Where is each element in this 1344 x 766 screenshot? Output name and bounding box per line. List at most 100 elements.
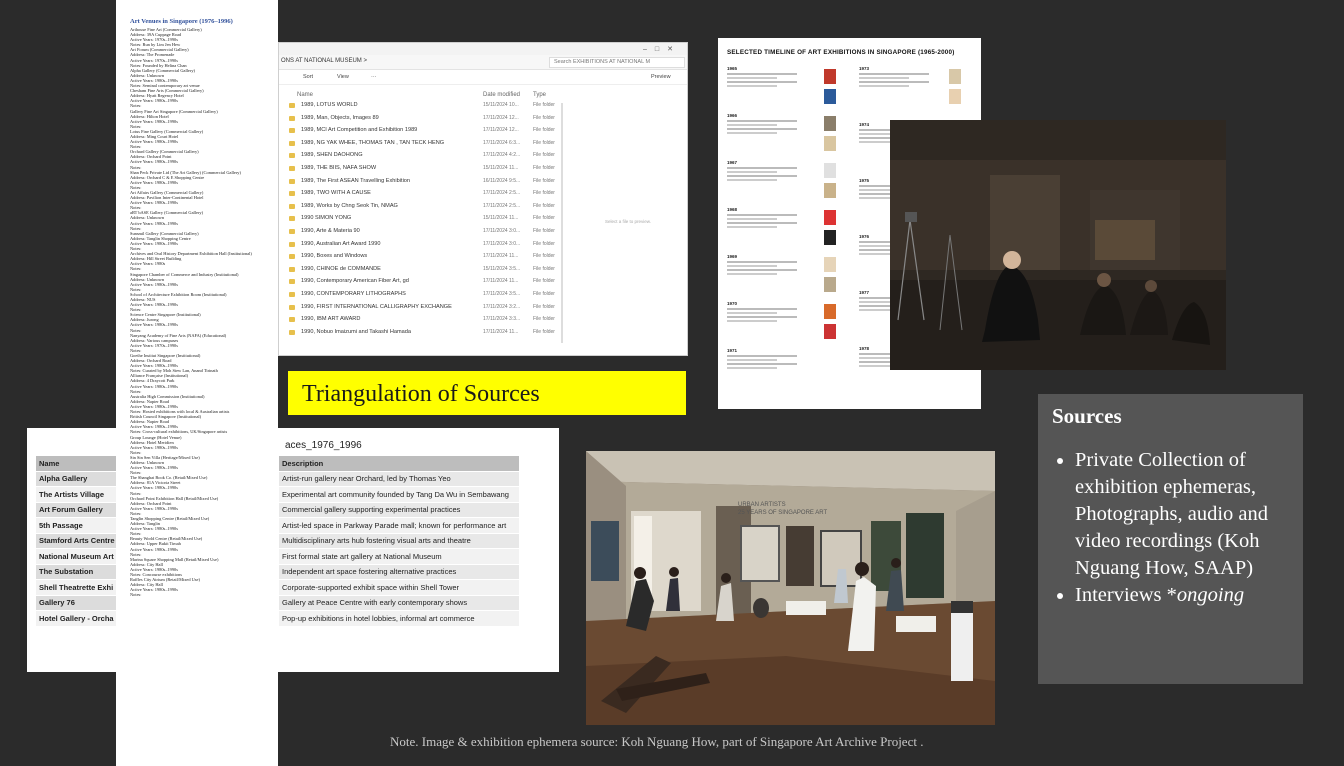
timeline-entry: 1970 xyxy=(727,301,836,348)
gallery-scene: URBAN ARTISTS 25 YEARS OF SINGAPORE ART xyxy=(586,451,995,725)
file-type: File folder xyxy=(533,227,555,234)
file-date: 17/11/2024 11... xyxy=(483,278,519,285)
file-row[interactable]: 1989, THE BIIS, NAFA SHOW 15/11/2024 11..… xyxy=(289,164,563,177)
column-date[interactable]: Date modified xyxy=(483,92,520,98)
column-type[interactable]: Type xyxy=(533,92,546,98)
venue-description: Artist-run gallery near Orchard, led by … xyxy=(278,470,520,487)
file-row[interactable]: 1990, CHINOE de COMMANDE 15/11/2024 3:5..… xyxy=(289,265,563,278)
file-date: 15/11/2024 10... xyxy=(483,102,519,108)
file-type: File folder xyxy=(533,278,555,285)
timeline-entry: 1973 xyxy=(859,66,961,122)
file-name: 1990, CONTEMPORARY LITHOGRAPHS xyxy=(301,290,406,297)
file-list-header: Name Date modified Type xyxy=(289,91,563,101)
file-date: 17/11/2024 3:5... xyxy=(483,290,521,297)
file-row[interactable]: 1989, TWO WITH A CAUSE 17/11/2024 2:5... F… xyxy=(289,189,563,202)
folder-icon xyxy=(289,203,295,209)
venues-doc-title: Art Venues in Singapore (1976–1996) xyxy=(130,18,233,25)
timeline-entry: 1967 xyxy=(727,160,836,207)
slide-title-banner: Triangulation of Sources xyxy=(288,371,686,415)
file-row[interactable]: 1989, Man, Objects, Images 89 17/11/2024 … xyxy=(289,114,563,127)
file-row[interactable]: 1990, Contemporary American Fiber Art, g… xyxy=(289,277,563,290)
timeline-text-line xyxy=(727,81,797,83)
file-row[interactable]: 1990 SIMON YONG 15/11/2024 11... File fold… xyxy=(289,214,563,227)
timeline-year: 1965 xyxy=(727,66,738,71)
preview-hint: Select a file to preview. xyxy=(605,219,652,224)
file-row[interactable]: 1990, Boxes and Windows 17/11/2024 11... F… xyxy=(289,252,563,265)
file-date: 17/11/2024 11... xyxy=(483,253,519,260)
file-name: 1990 SIMON YONG xyxy=(301,215,352,222)
timeline-text-line xyxy=(859,85,909,87)
file-type: File folder xyxy=(533,114,555,121)
file-date: 17/11/2024 6:3... xyxy=(483,139,521,146)
window-controls[interactable]: –□✕ xyxy=(643,45,681,53)
timeline-text-line xyxy=(727,124,777,126)
file-row[interactable]: 1989, SHEN DAOHONG 17/11/2024 4:2... File … xyxy=(289,151,563,164)
file-name: 1990, Boxes and Windows xyxy=(301,253,368,260)
timeline-text-line xyxy=(727,320,777,322)
timeline-text-line xyxy=(727,214,797,216)
file-name: 1989, LOTUS WORLD xyxy=(301,102,358,108)
timeline-text-line xyxy=(727,367,777,369)
file-name: 1990, CHINOE de COMMANDE xyxy=(301,265,381,272)
folder-icon xyxy=(289,178,295,184)
search-input[interactable]: Search EXHIBITIONS AT NATIONAL M xyxy=(549,57,685,68)
timeline-text-line xyxy=(859,81,929,83)
file-name: 1990, Arte & Materia 90 xyxy=(301,227,360,234)
file-date: 17/11/2024 11... xyxy=(483,328,519,335)
file-row[interactable]: 1990, Australian Art Award 1990 17/11/202… xyxy=(289,240,563,253)
venue-description: Experimental art community founded by Ta… xyxy=(278,486,520,503)
sources-item-collection: Private Collection of exhibition ephemer… xyxy=(1075,447,1289,582)
timeline-text-line xyxy=(859,77,909,79)
file-name: 1989, Man, Objects, Images 89 xyxy=(301,114,379,121)
venue-description: Independent art space fostering alternat… xyxy=(278,563,520,580)
sources-item-interviews: Interviews *ongoing xyxy=(1075,582,1289,609)
folder-icon xyxy=(289,103,295,108)
file-explorer-window: –□✕ ONS AT NATIONAL MUSEUM > Search EXHI… xyxy=(278,42,688,356)
file-row[interactable]: 1989, Works by Chng Seok Tin, NMAG 17/11/… xyxy=(289,202,563,215)
sources-title: Sources xyxy=(1052,404,1122,428)
timeline-entry: 1965 xyxy=(727,66,836,113)
timeline-text-line xyxy=(727,128,797,130)
timeline-title: SELECTED TIMELINE OF ART EXHIBITIONS IN … xyxy=(727,49,955,56)
address-path[interactable]: ONS AT NATIONAL MUSEUM > xyxy=(281,58,367,64)
performance-scene xyxy=(890,120,1226,370)
explorer-titlebar: –□✕ xyxy=(279,43,687,55)
venue-description: Multidisciplinary arts hub fostering vis… xyxy=(278,532,520,549)
file-row[interactable]: 1989, NG YAK WHEE, THOMAS TAN , TAN TECK… xyxy=(289,139,563,152)
more-options-button[interactable]: ··· xyxy=(371,74,377,80)
column-name[interactable]: Name xyxy=(297,92,313,98)
timeline-text-line xyxy=(727,120,797,122)
timeline-text-line xyxy=(727,226,777,228)
file-type: File folder xyxy=(533,164,555,171)
sort-button[interactable]: Sort xyxy=(303,74,313,80)
file-date: 17/11/2024 2:5... xyxy=(483,190,521,197)
ephemera-thumbnail xyxy=(824,230,836,245)
file-date: 15/11/2024 11... xyxy=(483,215,519,222)
folder-icon xyxy=(289,115,295,121)
timeline-entry: 1966 xyxy=(727,113,836,160)
file-row[interactable]: 1990, CONTEMPORARY LITHOGRAPHS 17/11/2024… xyxy=(289,290,563,303)
file-row[interactable]: 1990, IBM ART AWARD 17/11/2024 3:3... File… xyxy=(289,315,563,328)
file-row[interactable]: 1989, LOTUS WORLD 15/11/2024 10... File fo… xyxy=(289,101,563,114)
folder-icon xyxy=(289,241,295,247)
file-row[interactable]: 1990, Arte & Materia 90 17/11/2024 3:0...… xyxy=(289,227,563,240)
file-row[interactable]: 1989, The First ASEAN Travelling Exhibit… xyxy=(289,177,563,190)
file-date: 17/11/2024 2:5... xyxy=(483,202,521,209)
file-list-scrollbar[interactable] xyxy=(561,103,563,343)
file-row[interactable]: 1990, FIRST INTERNATIONAL CALLIGRAPHY EX… xyxy=(289,303,563,316)
file-row[interactable]: 1989, MCI Art Competition and Exhibition… xyxy=(289,126,563,139)
timeline-text-line xyxy=(727,261,797,263)
venue-description: First formal state art gallery at Nation… xyxy=(278,548,520,565)
file-type: File folder xyxy=(533,127,555,134)
header-description: Description xyxy=(278,455,520,472)
folder-icon xyxy=(289,279,295,285)
timeline-text-line xyxy=(727,316,797,318)
file-date: 17/11/2024 3:0... xyxy=(483,227,521,234)
file-row[interactable]: 1990, Nobuo Imaizumi and Takashi Hamada 1… xyxy=(289,328,563,341)
view-button[interactable]: View xyxy=(337,74,349,80)
performance-photo xyxy=(890,120,1226,370)
folder-icon xyxy=(289,165,295,171)
preview-button[interactable]: Preview xyxy=(651,74,671,80)
timeline-year: 1970 xyxy=(727,301,738,306)
file-name: 1989, The First ASEAN Travelling Exhibit… xyxy=(301,177,411,184)
